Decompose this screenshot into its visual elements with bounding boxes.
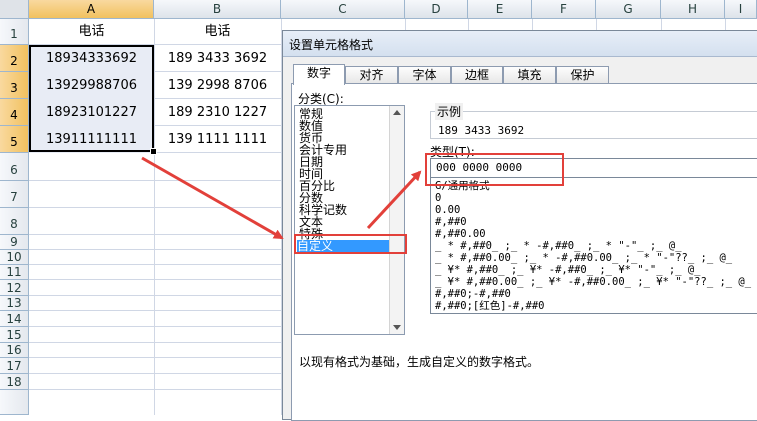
row-header-6[interactable]: 6 xyxy=(0,153,29,181)
dialog-titlebar[interactable]: 设置单元格格式 xyxy=(283,31,757,57)
cell-a2[interactable]: 18934333692 xyxy=(29,45,154,72)
column-header-i[interactable]: I xyxy=(725,0,757,19)
format-code-item[interactable]: 0 xyxy=(435,192,441,204)
format-code-item[interactable]: _ ¥* #,##0.00_ ;_ ¥* -#,##0.00_ ;_ ¥* "-… xyxy=(435,276,751,288)
row-header-15[interactable]: 15 xyxy=(0,327,29,343)
row-header-19 xyxy=(0,390,29,415)
format-code-item[interactable]: G/通用格式 xyxy=(435,180,490,192)
cell-b4[interactable]: 189 2310 1227 xyxy=(154,99,281,126)
row-header-12[interactable]: 12 xyxy=(0,280,29,296)
tab-font[interactable]: 字体 xyxy=(398,66,451,84)
format-code-item[interactable]: #,##0;[红色]-#,##0 xyxy=(435,300,545,312)
format-cells-dialog: 设置单元格格式 数字 对齐 字体 边框 填充 保护 分类(C): 常规 数值 货… xyxy=(282,30,757,421)
custom-format-description: 以现有格式为基础，生成自定义的数字格式。 xyxy=(299,355,540,369)
tab-protection[interactable]: 保护 xyxy=(556,66,609,84)
row-header-9[interactable]: 9 xyxy=(0,235,29,250)
column-header-h[interactable]: H xyxy=(661,0,725,19)
tab-alignment[interactable]: 对齐 xyxy=(345,66,398,84)
scroll-down-arrow-icon[interactable] xyxy=(393,325,401,330)
row-header-16[interactable]: 16 xyxy=(0,343,29,358)
row-header-2[interactable]: 2 xyxy=(0,45,29,72)
format-code-item[interactable]: #,##0;-#,##0 xyxy=(435,288,511,300)
row-header-11[interactable]: 11 xyxy=(0,265,29,280)
row-header-18[interactable]: 18 xyxy=(0,374,29,390)
column-header-e[interactable]: E xyxy=(468,0,532,19)
category-item-custom[interactable]: 自定义 xyxy=(297,240,389,253)
sample-label: 示例 xyxy=(435,103,464,120)
format-code-list[interactable]: G/通用格式 0 0.00 #,##0 #,##0.00 _ * #,##0_ … xyxy=(430,178,757,314)
format-code-item[interactable]: _ ¥* #,##0_ ;_ ¥* -#,##0_ ;_ ¥* "-"_ ;_ … xyxy=(435,264,701,276)
select-all-corner[interactable] xyxy=(0,0,29,19)
format-code-item[interactable]: _ * #,##0_ ;_ * -#,##0_ ;_ * "-"_ ;_ @_ xyxy=(435,240,682,252)
sample-value: 189 3433 3692 xyxy=(438,124,525,137)
category-list[interactable]: 常规 数值 货币 会计专用 日期 时间 百分比 分数 科学记数 文本 特殊 自定… xyxy=(294,105,405,335)
tab-fill[interactable]: 填充 xyxy=(503,66,556,84)
column-header-d[interactable]: D xyxy=(405,0,468,19)
cell-a3[interactable]: 13929988706 xyxy=(29,72,154,99)
cell-a1[interactable]: 电话 xyxy=(29,19,154,45)
tab-border[interactable]: 边框 xyxy=(451,66,503,84)
row-header-1[interactable]: 1 xyxy=(0,19,29,45)
format-code-item[interactable]: #,##0 xyxy=(435,216,467,228)
tab-number[interactable]: 数字 xyxy=(293,64,345,85)
type-input[interactable]: 000 0000 0000 xyxy=(430,158,757,178)
column-header-g[interactable]: G xyxy=(596,0,661,19)
cell-a5[interactable]: 13911111111 xyxy=(29,126,154,153)
column-header-a[interactable]: A xyxy=(29,0,154,19)
cell-b1[interactable]: 电话 xyxy=(154,19,281,45)
cell-b2[interactable]: 189 3433 3692 xyxy=(154,45,281,72)
format-code-item[interactable]: #,##0.00 xyxy=(435,228,486,240)
cell-b5[interactable]: 139 1111 1111 xyxy=(154,126,281,153)
row-header-3[interactable]: 3 xyxy=(0,72,29,99)
scroll-up-arrow-icon[interactable] xyxy=(393,110,401,115)
row-header-5[interactable]: 5 xyxy=(0,126,29,153)
column-header-b[interactable]: B xyxy=(154,0,281,19)
row-header-7[interactable]: 7 xyxy=(0,181,29,208)
fill-handle[interactable] xyxy=(150,148,157,155)
row-header-13[interactable]: 13 xyxy=(0,296,29,311)
row-header-8[interactable]: 8 xyxy=(0,208,29,235)
cell-a4[interactable]: 18923101227 xyxy=(29,99,154,126)
row-header-4[interactable]: 4 xyxy=(0,99,29,126)
category-scrollbar[interactable] xyxy=(389,106,404,334)
row-header-10[interactable]: 10 xyxy=(0,250,29,265)
format-code-item[interactable]: _ * #,##0.00_ ;_ * -#,##0.00_ ;_ * "-"??… xyxy=(435,252,732,264)
format-code-item[interactable]: 0.00 xyxy=(435,204,460,216)
row-header-14[interactable]: 14 xyxy=(0,311,29,327)
cell-b3[interactable]: 139 2998 8706 xyxy=(154,72,281,99)
column-header-c[interactable]: C xyxy=(281,0,405,19)
row-header-17[interactable]: 17 xyxy=(0,358,29,374)
column-header-f[interactable]: F xyxy=(532,0,596,19)
dialog-title: 设置单元格格式 xyxy=(289,38,374,52)
